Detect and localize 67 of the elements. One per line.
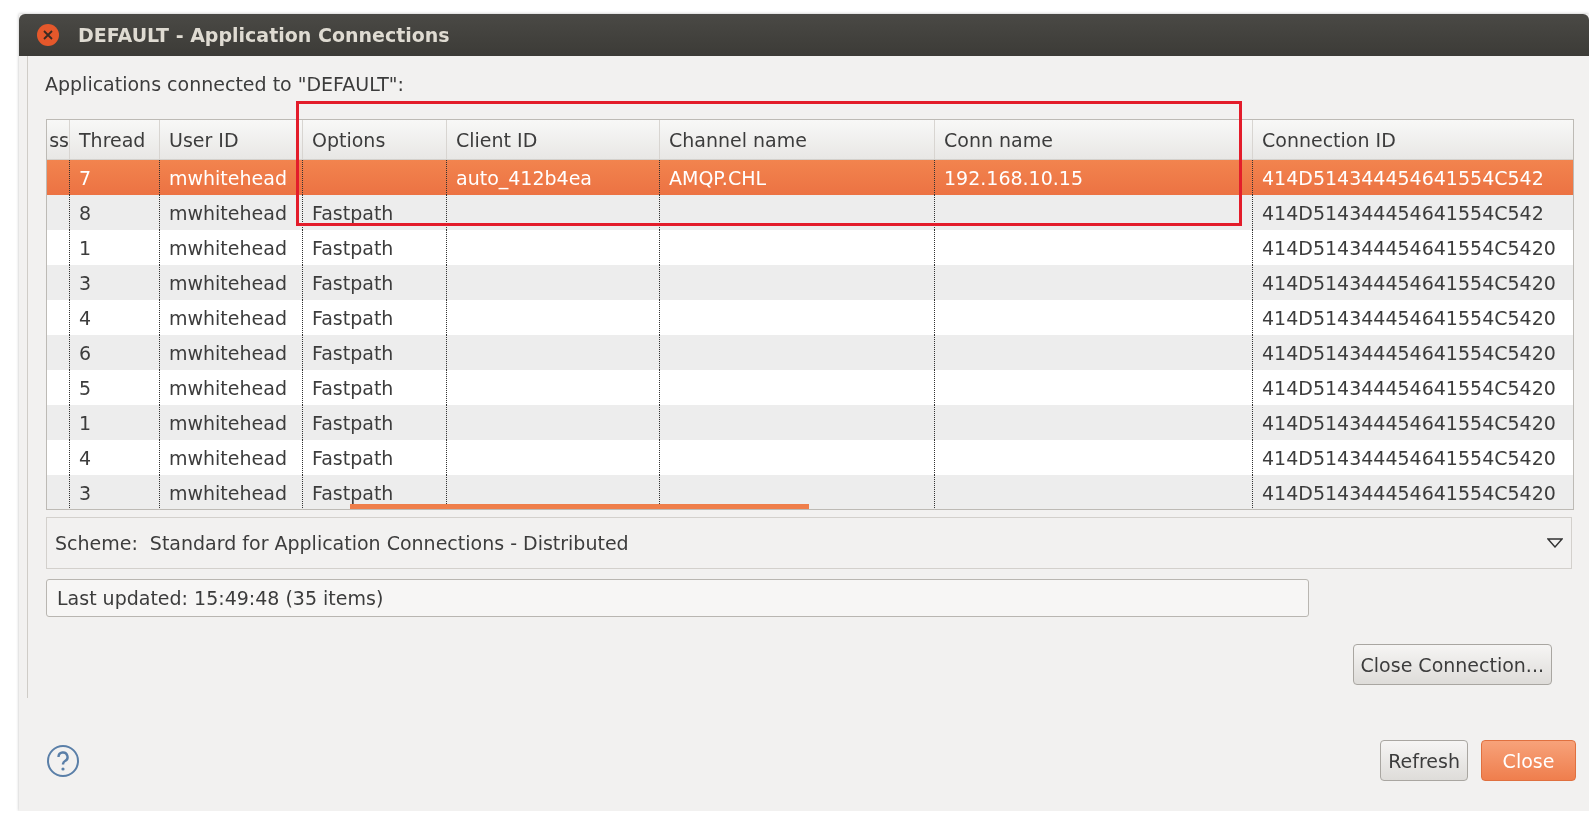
table-cell: Fastpath [312,306,394,329]
table-cell: 414D514344454641554C5420 [1262,481,1556,504]
column-header[interactable]: User ID [160,120,303,159]
close-icon[interactable] [36,23,60,47]
table-cell: mwhitehead [169,376,287,399]
table-caption: Applications connected to "DEFAULT": [45,73,405,97]
column-header[interactable]: Conn name [935,120,1253,159]
table-cell: 1 [79,236,92,259]
table-cell: mwhitehead [169,166,287,189]
table-cell: 414D514344454641554C5420 [1262,306,1556,329]
table-cell: Fastpath [312,236,394,259]
table-cell: auto_412b4ea [456,166,592,189]
table-cell: 414D514344454641554C5420 [1262,236,1556,259]
table-cell: 4 [79,446,92,469]
table-row[interactable]: 1 mwhitehead Fastpath 414D514344454641554C5420 [47,405,1573,440]
table-cell: 5 [79,376,92,399]
table-cell: 414D514344454641554C5420 [1262,446,1556,469]
table-cell: mwhitehead [169,201,287,224]
column-header[interactable]: ss [47,120,70,159]
table-cell: 8 [79,201,92,224]
column-header[interactable]: Thread [70,120,160,159]
table-cell: mwhitehead [169,481,287,504]
table-cell: mwhitehead [169,411,287,434]
table-cell: Fastpath [312,341,394,364]
help-icon[interactable] [46,743,80,778]
table-cell: 414D514344454641554C542 [1262,201,1544,224]
table-cell: Fastpath [312,201,394,224]
scheme-dropdown[interactable]: Scheme: Standard for Application Connections - Distributed [46,517,1572,569]
table-cell: mwhitehead [169,271,287,294]
table-cell: mwhitehead [169,341,287,364]
scheme-value: Standard for Application Connections - Distributed [149,532,630,554]
status-field: Last updated: 15:49:48 (35 items) [46,579,1309,617]
dialog-button[interactable]: Close Connection... [1352,644,1552,685]
table-cell: Fastpath [312,411,394,434]
table-cell: Fastpath [312,376,394,399]
table-cell: 414D514344454641554C5420 [1262,341,1556,364]
column-header[interactable]: Client ID [447,120,660,159]
table-cell: 3 [79,271,92,294]
column-header[interactable]: Channel name [660,120,935,159]
table-cell: mwhitehead [169,306,287,329]
table-cell: 4 [79,306,92,329]
table-cell: Fastpath [312,271,394,294]
table-cell: 414D514344454641554C5420 [1262,411,1556,434]
table-cell: Fastpath [312,446,394,469]
table-row[interactable]: 3 mwhitehead Fastpath 414D514344454641554C5420 [47,265,1573,300]
table-cell: 7 [79,166,92,189]
table-cell: 6 [79,341,92,364]
table-cell: 414D514344454641554C542 [1262,166,1544,189]
table-cell: AMQP.CHL [669,166,767,189]
table-cell: 1 [79,411,92,434]
table-row[interactable]: 6 mwhitehead Fastpath 414D514344454641554C5420 [47,335,1573,370]
table-cell: Fastpath [312,481,394,504]
column-header[interactable]: Options [303,120,447,159]
table-cell: mwhitehead [169,236,287,259]
table-cell: mwhitehead [169,446,287,469]
window-title: DEFAULT - Application Connections [78,24,450,46]
scheme-label: Scheme: [55,532,138,554]
scrollbar-thumb[interactable] [350,504,809,509]
dropdown-caret-icon[interactable] [1547,538,1563,548]
table-row[interactable]: 8 mwhitehead Fastpath 414D514344454641554C542 [47,195,1573,230]
dialog-button[interactable]: Refresh [1380,740,1468,781]
column-header[interactable]: Connection ID [1253,120,1573,159]
table-cell: 414D514344454641554C5420 [1262,271,1556,294]
table-cell: 192.168.10.15 [944,166,1083,189]
table-cell: 3 [79,481,92,504]
table-row[interactable]: 3 mwhitehead Fastpath 414D514344454641554C5420 [47,475,1573,509]
table-cell: 414D514344454641554C5420 [1262,376,1556,399]
